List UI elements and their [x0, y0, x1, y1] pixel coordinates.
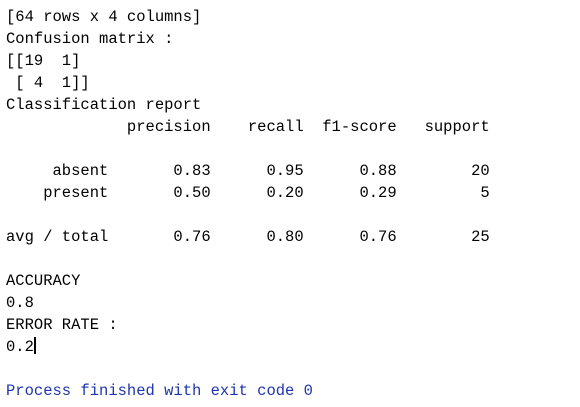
console-line-process-finished: Process finished with exit code 0 — [6, 382, 313, 400]
console-output-panel[interactable]: [64 rows x 4 columns] Confusion matrix :… — [0, 0, 580, 407]
console-line-accuracy-value: 0.8 — [6, 294, 34, 312]
console-line-accuracy-label: ACCURACY — [6, 272, 81, 290]
error-rate-value-text: 0.2 — [6, 338, 34, 356]
console-line-report-title: Classification report — [6, 96, 202, 114]
console-line-report-present: present 0.50 0.20 0.29 5 — [6, 184, 490, 202]
console-line-matrix-row-1: [[19 1] — [6, 52, 81, 70]
console-line-error-rate-label: ERROR RATE : — [6, 316, 118, 334]
text-cursor — [33, 337, 36, 354]
console-line-report-absent: absent 0.83 0.95 0.88 20 — [6, 162, 490, 180]
console-line-report-header: precision recall f1-score support — [6, 118, 490, 136]
console-line-report-avg-total: avg / total 0.76 0.80 0.76 25 — [6, 228, 490, 246]
console-line-rows-columns: [64 rows x 4 columns] — [6, 8, 202, 26]
console-line-matrix-row-2: [ 4 1]] — [6, 74, 90, 92]
console-line-confusion-title: Confusion matrix : — [6, 30, 174, 48]
console-line-error-rate-value[interactable]: 0.2 — [6, 336, 36, 358]
